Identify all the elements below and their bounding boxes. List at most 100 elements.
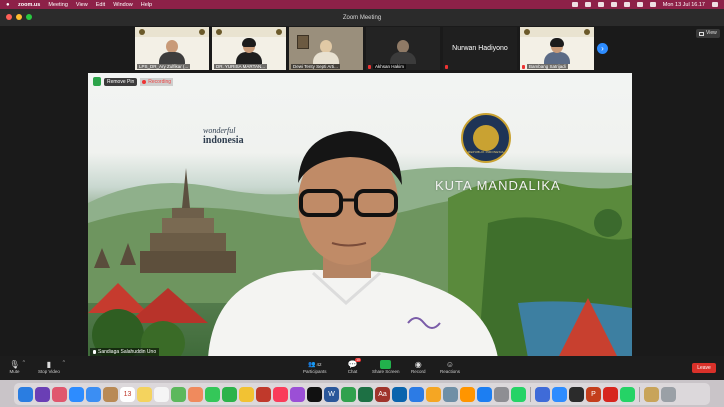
acrobat-icon[interactable] [603, 386, 618, 402]
menu-edit[interactable]: Edit [96, 2, 105, 8]
brand-line-1: wonderful [203, 126, 236, 135]
maximize-window-icon[interactable] [26, 14, 32, 20]
control-center-icon[interactable] [712, 2, 718, 7]
quicktime-icon[interactable] [569, 386, 584, 402]
photo-booth-icon[interactable] [256, 386, 271, 402]
books-icon[interactable] [460, 386, 475, 402]
photos-icon[interactable] [188, 386, 203, 402]
bluetooth-status-icon[interactable] [597, 2, 604, 7]
zoom-status-icon[interactable] [571, 2, 578, 7]
participants-icon: 👥 42 [308, 361, 322, 368]
chat-button[interactable]: 💬 10 Chat [347, 358, 361, 374]
participants-label: Participants [303, 369, 327, 374]
facetime-icon[interactable] [222, 386, 237, 402]
participant-tile[interactable]: Dewi Tenty Septi Arti... [289, 27, 363, 70]
stop-video-button[interactable]: ▮ Stop Video ^ [38, 359, 65, 375]
menu-view[interactable]: View [76, 2, 88, 8]
search-status-icon[interactable] [649, 2, 656, 7]
menu-bar: ● zoom.us Meeting View Edit Window Help … [0, 0, 724, 9]
meeting-toolbar: 🎙 Mute ^ ▮ Stop Video ^ 👥 42 Participants… [0, 356, 724, 380]
reactions-button[interactable]: ☺ Reactions [440, 359, 460, 375]
menu-app-name[interactable]: zoom.us [18, 2, 40, 8]
maps-icon[interactable] [171, 386, 186, 402]
microphone-icon: 🎙 [9, 359, 20, 369]
chrome-icon[interactable] [239, 386, 254, 402]
audio-options-chevron-icon[interactable]: ^ [23, 360, 25, 366]
participant-video [313, 40, 339, 64]
whatsapp-icon[interactable] [511, 386, 526, 402]
remove-pin-button[interactable]: Remove Pin [104, 77, 138, 86]
record-button[interactable]: ◉ Record [411, 359, 426, 375]
participant-tile[interactable]: Nurwan Hadiyono [443, 27, 517, 70]
main-video[interactable]: Remove Pin Recording wonderful indonesia… [88, 73, 632, 358]
status-area: Mon 13 Jul 16.17 [571, 2, 718, 8]
participant-tile[interactable]: Bambang Satrijadi [520, 27, 594, 70]
music-icon[interactable] [273, 386, 288, 402]
archive-icon[interactable] [644, 386, 659, 402]
finder-icon[interactable] [18, 386, 33, 402]
pages-icon[interactable] [426, 386, 441, 402]
view-button[interactable]: View [696, 29, 720, 38]
video-options-chevron-icon[interactable]: ^ [63, 360, 65, 366]
mail-icon[interactable] [86, 386, 101, 402]
recording-indicator: Recording [140, 77, 174, 86]
participants-count: 42 [316, 361, 322, 367]
tv-icon[interactable] [307, 386, 322, 402]
security-shield-icon[interactable] [93, 77, 101, 86]
messages-icon[interactable] [205, 386, 220, 402]
muted-mic-icon [445, 65, 448, 69]
participant-tile[interactable]: LPS_DR_Ary Zulfikar (... [135, 27, 209, 70]
reminders-icon[interactable] [154, 386, 169, 402]
app-store-icon[interactable] [477, 386, 492, 402]
participants-button[interactable]: 👥 42 Participants [303, 359, 327, 375]
whatsapp-desktop-icon[interactable] [620, 386, 635, 402]
siri-icon[interactable] [35, 386, 50, 402]
chat-label: Chat [347, 369, 358, 374]
trash-icon[interactable] [661, 386, 676, 402]
menu-meeting[interactable]: Meeting [48, 2, 68, 8]
leave-button[interactable]: Leave [692, 363, 716, 373]
dock-separator [639, 386, 640, 402]
zoom-icon[interactable] [552, 386, 567, 402]
window-title-bar: Zoom Meeting [0, 9, 724, 26]
wifi-status-icon[interactable] [610, 2, 617, 7]
participant-name: LPS_DR_Ary Zulfikar (... [137, 64, 191, 69]
brand-line-2: indonesia [203, 135, 244, 146]
system-preferences-icon[interactable] [494, 386, 509, 402]
dropbox-status-icon[interactable] [584, 2, 591, 7]
video-camera-icon: ▮ [46, 359, 52, 369]
share-screen-icon [380, 359, 392, 369]
dictionary-icon[interactable]: Aa [375, 386, 390, 402]
volume-status-icon[interactable] [623, 2, 630, 7]
participant-tile[interactable]: Akhsan Hakim [366, 27, 440, 70]
menubar-clock[interactable]: Mon 13 Jul 16.17 [663, 2, 705, 8]
slide-header [135, 27, 209, 37]
close-window-icon[interactable] [6, 14, 12, 20]
keynote-icon[interactable] [409, 386, 424, 402]
calendar-icon[interactable]: 13 [120, 386, 135, 402]
word-icon[interactable]: W [324, 386, 339, 402]
menu-help[interactable]: Help [141, 2, 152, 8]
contacts-icon[interactable] [103, 386, 118, 402]
vpn-icon[interactable] [535, 386, 550, 402]
podcasts-icon[interactable] [290, 386, 305, 402]
participant-tile[interactable]: DR. YURISA MARTAN... [212, 27, 286, 70]
excel-icon[interactable] [358, 386, 373, 402]
apple-menu-icon[interactable]: ● [6, 2, 12, 8]
powerpoint-icon[interactable]: P [586, 386, 601, 402]
wonderful-indonesia-logo: wonderful indonesia [203, 126, 244, 146]
outlook-icon[interactable] [392, 386, 407, 402]
preview-icon[interactable] [443, 386, 458, 402]
menu-window[interactable]: Window [113, 2, 133, 8]
meeting-stage: LPS_DR_Ary Zulfikar (... DR. YURISA MART… [0, 26, 724, 358]
minimize-window-icon[interactable] [16, 14, 22, 20]
mute-button[interactable]: 🎙 Mute ^ [9, 359, 25, 375]
launchpad-icon[interactable] [52, 386, 67, 402]
battery-status-icon[interactable] [636, 2, 643, 7]
numbers-icon[interactable] [341, 386, 356, 402]
share-screen-button[interactable]: Share Screen [372, 359, 400, 374]
gallery-next-icon[interactable]: › [597, 43, 608, 54]
safari-icon[interactable] [69, 386, 84, 402]
notes-icon[interactable] [137, 386, 152, 402]
grid-view-icon [699, 31, 704, 36]
